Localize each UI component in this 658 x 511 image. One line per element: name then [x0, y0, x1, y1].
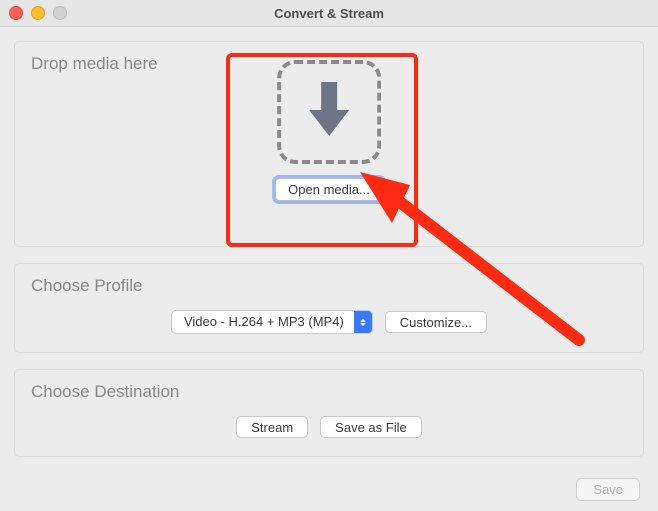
window-close-button[interactable]	[9, 6, 23, 20]
choose-profile-panel: Choose Profile Video - H.264 + MP3 (MP4)…	[14, 263, 644, 353]
choose-destination-heading: Choose Destination	[31, 382, 627, 402]
profile-select[interactable]: Video - H.264 + MP3 (MP4)	[171, 310, 373, 334]
footer: Save	[576, 478, 640, 501]
choose-destination-panel: Choose Destination Stream Save as File	[14, 369, 644, 457]
download-arrow-icon	[305, 78, 353, 147]
drop-media-panel: Drop media here Open media...	[14, 41, 644, 247]
customize-button[interactable]: Customize...	[385, 311, 487, 333]
window-minimize-button[interactable]	[31, 6, 45, 20]
choose-profile-heading: Choose Profile	[31, 276, 627, 296]
save-button: Save	[576, 478, 640, 501]
window-zoom-button[interactable]	[53, 6, 67, 20]
profile-select-value: Video - H.264 + MP3 (MP4)	[172, 311, 354, 333]
window-title: Convert & Stream	[0, 6, 658, 21]
stream-button[interactable]: Stream	[236, 416, 308, 438]
traffic-lights	[0, 6, 67, 20]
save-as-file-button[interactable]: Save as File	[320, 416, 422, 438]
open-media-button[interactable]: Open media...	[275, 178, 383, 201]
drop-zone[interactable]: Open media...	[275, 60, 383, 201]
titlebar: Convert & Stream	[0, 0, 658, 27]
stepper-icon	[354, 311, 372, 333]
drop-zone-box[interactable]	[277, 60, 381, 164]
